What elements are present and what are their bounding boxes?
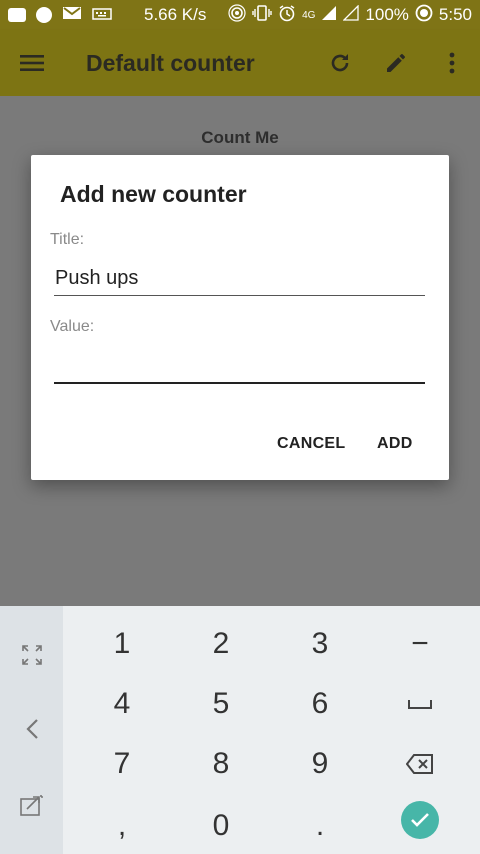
clock: 5:50	[438, 5, 472, 24]
counter-label: Count Me	[201, 128, 279, 147]
title-input[interactable]	[54, 258, 425, 298]
key-4[interactable]: 4	[72, 674, 172, 734]
expand-icon	[21, 645, 42, 665]
key-minus[interactable]: −	[370, 614, 470, 674]
refresh-icon	[331, 54, 349, 72]
edit-button[interactable]	[368, 30, 424, 96]
key-1[interactable]: 1	[72, 614, 172, 674]
keyboard-icon	[92, 5, 112, 25]
signal-icon	[321, 5, 337, 26]
value-input[interactable]	[54, 341, 425, 381]
alarm-icon	[278, 4, 296, 27]
key-7[interactable]: 7	[72, 734, 172, 794]
signal-outline-icon	[342, 3, 360, 26]
key-8[interactable]: 8	[171, 734, 271, 794]
value-underline	[54, 382, 425, 384]
floating-keyboard-key[interactable]	[0, 774, 63, 836]
title-underline	[54, 295, 425, 296]
key-space[interactable]	[370, 674, 470, 734]
value-field-label: Value:	[50, 318, 95, 335]
back-key[interactable]	[0, 698, 63, 760]
key-2[interactable]: 2	[171, 614, 271, 674]
network-speed: 5.66 K/s	[144, 5, 207, 24]
key-backspace[interactable]	[370, 734, 470, 794]
battery-icon	[415, 4, 433, 27]
battery-text: 100%	[365, 5, 409, 24]
add-button[interactable]: ADD	[377, 435, 413, 453]
floating-keyboard-icon	[19, 795, 43, 816]
app-title: Default counter	[86, 49, 255, 76]
mail-icon	[62, 5, 82, 26]
vibrate-icon	[252, 4, 272, 26]
status-bar: 5.66 K/s 4G 100% 5:50	[0, 0, 480, 30]
more-options-button[interactable]	[424, 30, 480, 96]
expand-keyboard-key[interactable]	[0, 624, 63, 686]
done-check-icon	[411, 813, 429, 827]
key-6[interactable]: 6	[270, 674, 370, 734]
refresh-button[interactable]	[312, 30, 368, 96]
keyboard-side-panel	[0, 606, 63, 854]
space-icon	[408, 700, 432, 709]
backspace-icon	[406, 754, 433, 774]
add-counter-dialog: Add new counter Title: Value: CANCEL ADD	[31, 155, 449, 480]
music-icon	[36, 7, 52, 23]
back-arrow-icon	[25, 719, 38, 739]
title-field-label: Title:	[50, 231, 85, 248]
dialog-title: Add new counter	[60, 181, 247, 207]
network-type: 4G	[302, 9, 316, 21]
edit-icon	[387, 54, 405, 72]
key-dot[interactable]: .	[270, 796, 370, 854]
numeric-keyboard: 1 2 3 − 4 5 6 7 8 9 , 0 .	[0, 606, 480, 854]
chat-icon	[8, 8, 26, 22]
key-comma[interactable]: ,	[72, 796, 172, 854]
key-9[interactable]: 9	[270, 734, 370, 794]
key-3[interactable]: 3	[270, 614, 370, 674]
key-0[interactable]: 0	[171, 796, 271, 854]
key-done[interactable]	[370, 790, 470, 850]
done-button-circle	[401, 801, 439, 839]
hotspot-icon	[228, 3, 246, 27]
more-vert-icon	[449, 52, 455, 74]
menu-button[interactable]	[0, 30, 64, 96]
key-5[interactable]: 5	[171, 674, 271, 734]
app-bar: Default counter	[0, 30, 480, 96]
cancel-button[interactable]: CANCEL	[277, 435, 345, 453]
menu-icon	[20, 55, 44, 71]
